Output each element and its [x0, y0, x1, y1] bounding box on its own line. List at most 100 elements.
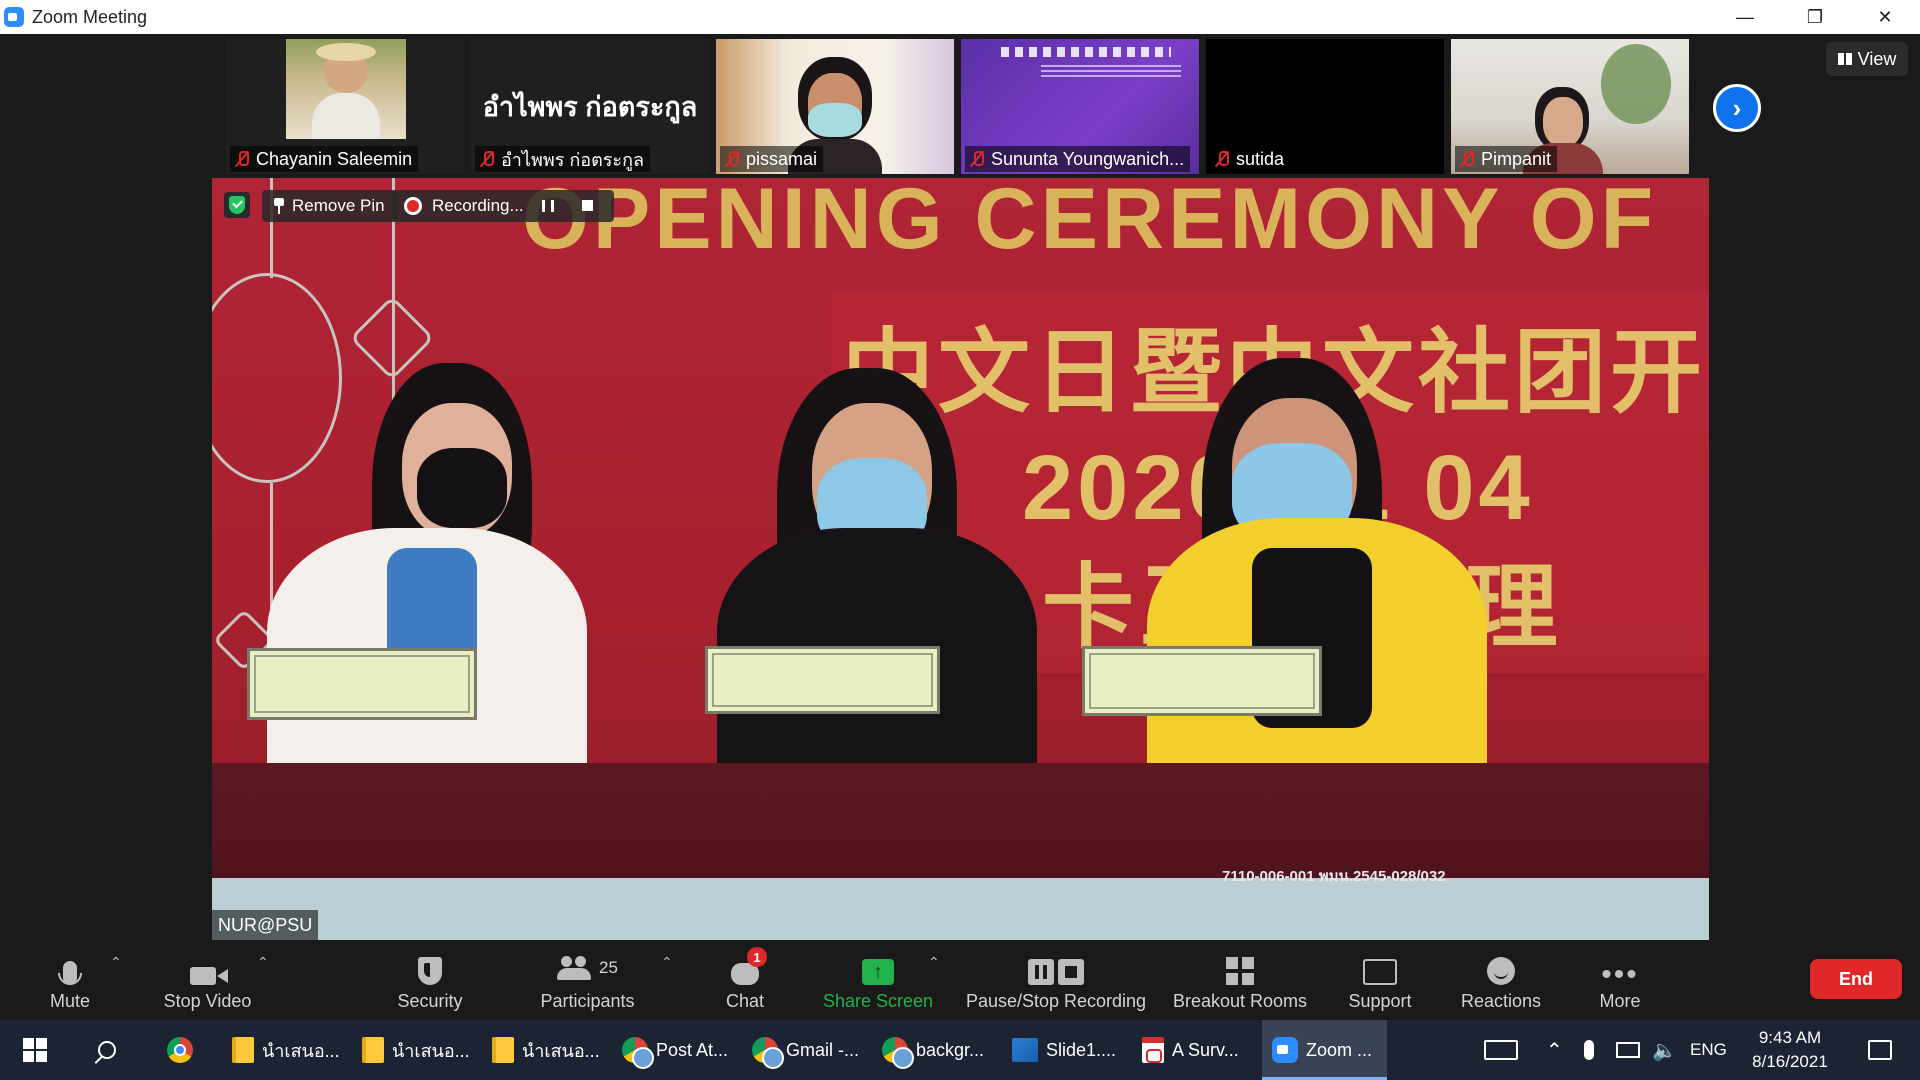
- lantern-decoration: [212, 273, 342, 483]
- taskbar-app[interactable]: นำเสนอ...: [352, 1020, 477, 1080]
- pause-stop-recording-button[interactable]: Pause/Stop Recording: [964, 940, 1148, 1020]
- audio-options-caret[interactable]: ⌃: [110, 954, 122, 971]
- taskbar-clock[interactable]: 9:43 AM 8/16/2021: [1740, 1026, 1840, 1074]
- pause-stop-icon: [1028, 959, 1084, 985]
- stop-video-button[interactable]: Stop Video: [155, 940, 260, 1020]
- participants-options-caret[interactable]: ⌃: [661, 954, 673, 971]
- main-video[interactable]: OPENING CEREMONY OF 中文日暨中文社团开 2020年1 04 …: [212, 178, 1709, 940]
- title-bar: Zoom Meeting — ❐ ✕: [0, 0, 1920, 34]
- support-button[interactable]: Support: [1345, 940, 1415, 1020]
- mic-muted-icon: [969, 150, 985, 168]
- taskbar-app-label: นำเสนอ...: [522, 1040, 600, 1061]
- table-front: [212, 878, 1709, 940]
- notification-icon: [1868, 1040, 1892, 1060]
- taskbar-app[interactable]: A Surv...: [1132, 1020, 1257, 1080]
- mic-muted-icon: [1459, 150, 1475, 168]
- remove-pin-label: Remove Pin: [292, 196, 385, 215]
- taskbar-app[interactable]: Post At...: [612, 1020, 737, 1080]
- participant-tile[interactable]: อำไพพร ก่อตระกูล อำไพพร ก่อตระกูล: [471, 39, 709, 174]
- taskbar-app[interactable]: Gmail -...: [742, 1020, 867, 1080]
- meeting-area: Chayanin Saleemin อำไพพร ก่อตระกูล อำไพพ…: [0, 34, 1920, 1020]
- network-icon[interactable]: [1616, 1042, 1640, 1058]
- shield-check-icon: [229, 196, 245, 214]
- breakout-rooms-button[interactable]: Breakout Rooms: [1172, 940, 1308, 1020]
- view-button[interactable]: View: [1826, 42, 1908, 76]
- more-icon: •••: [1601, 958, 1639, 991]
- meeting-toolbar: Mute ⌃ Stop Video ⌃ Security 25 Particip…: [0, 940, 1920, 1020]
- keyboard-icon[interactable]: [1484, 1040, 1518, 1060]
- notifications-button[interactable]: [1850, 1020, 1910, 1080]
- taskbar-app[interactable]: นำเสนอ...: [222, 1020, 347, 1080]
- chevron-right-icon: ›: [1732, 92, 1742, 123]
- share-screen-button[interactable]: ↑ Share Screen: [822, 940, 934, 1020]
- window-title: Zoom Meeting: [32, 6, 148, 27]
- support-label: Support: [1348, 991, 1412, 1011]
- participants-label: Participants: [540, 991, 635, 1011]
- taskbar-app-active[interactable]: Zoom ...: [1262, 1020, 1387, 1080]
- stop-recording-button[interactable]: [582, 200, 593, 211]
- remove-pin-button[interactable]: Remove Pin: [262, 190, 397, 222]
- encryption-badge[interactable]: [224, 192, 250, 218]
- breakout-rooms-icon: [1226, 957, 1254, 985]
- chat-unread-badge: 1: [747, 947, 767, 967]
- chrome-icon: [622, 1037, 654, 1069]
- reactions-icon: [1487, 957, 1515, 985]
- participant-name: sutida: [1236, 148, 1285, 169]
- taskbar-app[interactable]: backgr...: [872, 1020, 997, 1080]
- nameplate: [705, 646, 940, 714]
- banner-title-text: OPENING CEREMONY OF: [522, 178, 1658, 267]
- taskbar-app-label: Slide1....: [1046, 1039, 1117, 1060]
- more-button[interactable]: ••• More: [1598, 940, 1642, 1020]
- participant-tile[interactable]: pissamai: [716, 39, 954, 174]
- reactions-button[interactable]: Reactions: [1460, 940, 1542, 1020]
- clock-date: 8/16/2021: [1752, 1052, 1828, 1071]
- participant-name: Sununta Youngwanich...: [991, 148, 1185, 169]
- system-tray: ⌃ 🔈 ENG: [1480, 1020, 1730, 1080]
- volume-icon[interactable]: 🔈: [1652, 1038, 1677, 1063]
- mute-button[interactable]: Mute: [40, 940, 100, 1020]
- participant-tile[interactable]: Chayanin Saleemin: [226, 39, 464, 174]
- restore-button[interactable]: ❐: [1780, 0, 1850, 34]
- security-label: Security: [397, 991, 463, 1011]
- minimize-button[interactable]: —: [1710, 0, 1780, 34]
- pdf-icon: [1142, 1037, 1164, 1063]
- mic-muted-icon: [234, 150, 250, 168]
- participant-name: Pimpanit: [1481, 148, 1552, 169]
- chevron-up-icon[interactable]: ⌃: [1546, 1038, 1563, 1063]
- participants-button[interactable]: 25 Participants: [535, 940, 640, 1020]
- next-page-button[interactable]: ›: [1713, 84, 1761, 132]
- taskbar-app-label: นำเสนอ...: [262, 1040, 340, 1061]
- participant-tile[interactable]: Sununta Youngwanich...: [961, 39, 1199, 174]
- chat-button[interactable]: 1 Chat: [720, 940, 770, 1020]
- folder-icon: [362, 1037, 384, 1063]
- search-icon: [98, 1041, 116, 1059]
- share-options-caret[interactable]: ⌃: [928, 954, 940, 971]
- microphone-tray-icon[interactable]: [1584, 1040, 1594, 1060]
- share-screen-icon: ↑: [862, 959, 894, 985]
- taskbar-app-label: Post At...: [656, 1039, 729, 1060]
- support-icon: [1363, 959, 1397, 985]
- zoom-icon: [1272, 1037, 1298, 1063]
- recording-label: Recording...: [432, 196, 524, 215]
- taskbar-chrome[interactable]: [150, 1020, 210, 1080]
- table-code-label: 7110-006-001 พมน.2545-028/032: [1222, 868, 1446, 885]
- language-indicator[interactable]: ENG: [1690, 1040, 1727, 1060]
- participants-icon: [557, 956, 592, 980]
- taskbar-app-label: Zoom ...: [1306, 1039, 1373, 1060]
- chat-label: Chat: [725, 991, 765, 1011]
- start-button[interactable]: [0, 1020, 70, 1080]
- participant-tile[interactable]: sutida: [1206, 39, 1444, 174]
- close-button[interactable]: ✕: [1850, 0, 1920, 34]
- taskbar-app[interactable]: นำเสนอ...: [482, 1020, 607, 1080]
- chrome-icon: [752, 1037, 784, 1069]
- participant-tile[interactable]: Pimpanit: [1451, 39, 1689, 174]
- video-options-caret[interactable]: ⌃: [257, 954, 269, 971]
- folder-icon: [232, 1037, 254, 1063]
- pause-recording-button[interactable]: [542, 200, 554, 212]
- taskbar-app[interactable]: Slide1....: [1002, 1020, 1127, 1080]
- zoom-logo-icon: [4, 7, 24, 27]
- security-button[interactable]: Security: [390, 940, 470, 1020]
- search-button[interactable]: [72, 1020, 142, 1080]
- mic-muted-icon: [479, 150, 495, 168]
- end-meeting-button[interactable]: End: [1810, 959, 1902, 999]
